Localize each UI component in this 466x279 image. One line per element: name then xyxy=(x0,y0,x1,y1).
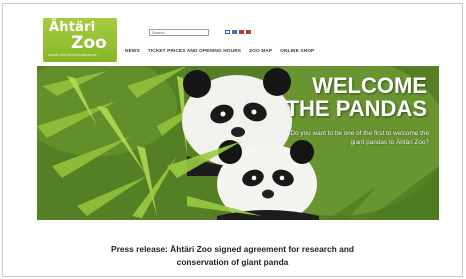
hero-title-line2: THE PANDAS xyxy=(285,96,427,121)
flag-finland-icon[interactable] xyxy=(225,30,230,34)
logo-zoo: Zoo xyxy=(71,33,107,53)
press-release-headline[interactable]: Press release: Ähtäri Zoo signed agreeme… xyxy=(3,243,462,269)
hero-title-line1: WELCOME xyxy=(312,73,427,98)
flag-russia-icon[interactable] xyxy=(246,30,251,34)
browser-frame: Ähtäri Zoo Nature and Animal Adventures … xyxy=(2,3,463,277)
logo-tagline: Nature and Animal Adventures xyxy=(48,53,97,57)
hero-banner[interactable]: WELCOME THE PANDAS Do you want to be one… xyxy=(37,66,439,220)
language-selector xyxy=(225,30,251,34)
nav-item-zoo-map[interactable]: ZOO MAP xyxy=(249,49,272,54)
press-line-2: conservation of giant panda xyxy=(176,257,289,267)
site-logo[interactable]: Ähtäri Zoo Nature and Animal Adventures xyxy=(43,18,117,62)
search-input[interactable]: Search xyxy=(149,29,209,36)
panda-lower xyxy=(217,140,319,220)
main-nav: NEWS TICKET PRICES AND OPENING HOURS ZOO… xyxy=(125,49,314,54)
flag-uk-icon[interactable] xyxy=(239,30,244,34)
nav-item-online-shop[interactable]: ONLINE SHOP xyxy=(280,49,314,54)
nav-item-tickets[interactable]: TICKET PRICES AND OPENING HOURS xyxy=(148,49,241,54)
hero-title: WELCOME THE PANDAS xyxy=(286,74,427,120)
site-header: Ähtäri Zoo Nature and Animal Adventures … xyxy=(3,4,462,66)
press-line-1: Press release: Ähtäri Zoo signed agreeme… xyxy=(111,244,354,254)
flag-sweden-icon[interactable] xyxy=(232,30,237,34)
hero-subtitle: Do you want to be one of the first to we… xyxy=(290,130,429,146)
nav-item-news[interactable]: NEWS xyxy=(125,49,140,54)
